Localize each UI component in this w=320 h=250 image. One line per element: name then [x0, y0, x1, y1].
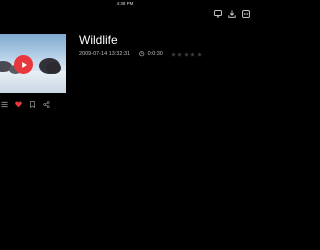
top-toolbar — [208, 9, 250, 18]
video-duration: 0:0:30 — [139, 51, 163, 57]
play-button[interactable] — [14, 55, 33, 74]
status-bar: 4:38 PM — [0, 0, 250, 8]
rating-stars[interactable] — [171, 51, 204, 57]
clock-icon — [139, 51, 145, 57]
thumbnail-snow — [0, 71, 66, 93]
star-icon[interactable] — [184, 51, 189, 57]
star-icon[interactable] — [171, 51, 176, 57]
bookmark-icon[interactable] — [28, 100, 36, 108]
heart-icon[interactable] — [14, 100, 22, 108]
video-meta: 2009-07-14 13:32:31 0:0:30 — [79, 50, 203, 58]
share-icon[interactable] — [42, 100, 50, 108]
list-icon[interactable] — [0, 100, 8, 108]
cast-icon[interactable] — [213, 9, 222, 18]
download-icon[interactable] — [227, 9, 236, 18]
video-title: Wildlife — [79, 33, 118, 47]
star-icon[interactable] — [190, 51, 196, 57]
star-icon[interactable] — [197, 51, 202, 57]
status-time: 4:38 PM — [116, 1, 134, 6]
seal-shape — [46, 62, 61, 74]
play-icon — [21, 61, 27, 68]
more-icon[interactable] — [241, 9, 250, 18]
duration-text: 0:0:30 — [147, 51, 163, 57]
video-date: 2009-07-14 13:32:31 — [79, 51, 131, 57]
star-icon[interactable] — [177, 51, 183, 57]
item-actions — [0, 99, 56, 109]
video-thumbnail[interactable] — [0, 34, 66, 93]
